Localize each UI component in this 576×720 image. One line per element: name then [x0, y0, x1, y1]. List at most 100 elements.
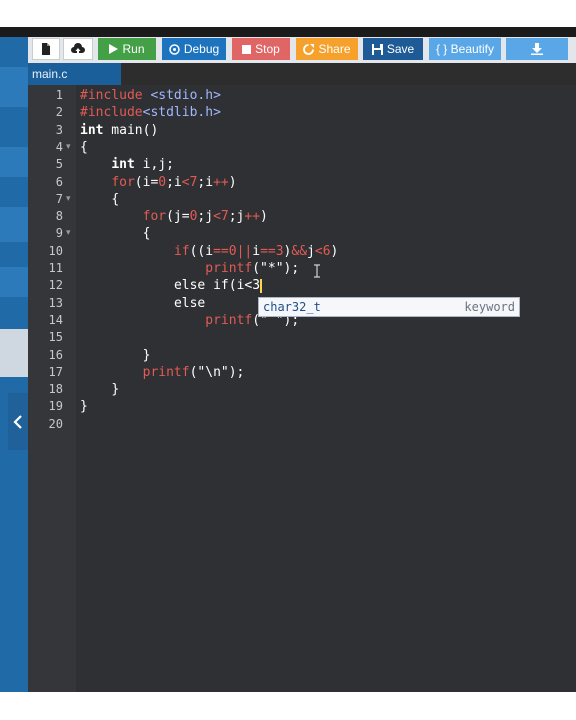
code-token: ("*");: [252, 261, 300, 276]
share-button[interactable]: Share: [296, 38, 358, 60]
upload-cloud-icon: [71, 43, 85, 54]
line-number: 6: [55, 174, 63, 189]
code-line[interactable]: for(j=0;j<7;j++): [143, 208, 268, 225]
code-line[interactable]: }: [111, 381, 119, 398]
left-sidebar: [0, 37, 28, 697]
debug-icon: [169, 43, 180, 55]
code-token: }: [142, 347, 151, 363]
line-number: 5: [55, 157, 63, 172]
code-token: (j=: [166, 209, 190, 225]
download-button[interactable]: [506, 38, 568, 60]
autocomplete-suggestion[interactable]: char32_t: [263, 300, 321, 314]
line-number: 13: [48, 295, 63, 310]
code-token: {: [142, 226, 151, 242]
code-token: ;i: [197, 174, 214, 190]
code-token: <stdlib.h>: [142, 105, 221, 121]
code-token: #include: [80, 105, 143, 121]
code-token: <: [314, 243, 323, 259]
text-caret: [260, 278, 263, 293]
code-token: {: [111, 191, 120, 207]
line-number: 8: [55, 209, 63, 224]
code-token: int: [111, 157, 135, 173]
save-label: Save: [386, 42, 415, 56]
line-number: 14: [48, 312, 63, 327]
fold-toggle-icon[interactable]: ▾: [66, 194, 71, 204]
text-cursor-icon: [314, 264, 320, 278]
code-line[interactable]: else if(i<3: [173, 277, 263, 294]
line-number: 2: [55, 105, 63, 120]
code-token: 0: [228, 243, 237, 259]
code-token: i,j;: [134, 157, 174, 173]
code-token: main(): [103, 122, 159, 138]
file-tab-bar: main.c: [28, 63, 576, 85]
debug-button[interactable]: Debug: [162, 38, 226, 60]
code-token: <: [213, 209, 221, 225]
code-token: else: [173, 295, 206, 311]
code-token: printf: [205, 312, 253, 328]
line-number: 1: [55, 88, 63, 102]
beautify-button[interactable]: { } Beautify: [429, 38, 501, 60]
stop-icon: [242, 44, 252, 54]
line-number: 15: [48, 330, 63, 345]
code-token: ++: [244, 209, 261, 225]
code-area[interactable]: #include <stdio.h> #include<stdlib.h> int …: [76, 85, 576, 692]
run-button[interactable]: Run: [98, 38, 156, 60]
code-token: }: [80, 399, 88, 415]
new-file-icon: [42, 43, 50, 55]
line-number: 16: [48, 347, 63, 362]
save-icon: [371, 43, 383, 55]
upload-button[interactable]: [63, 38, 93, 60]
code-token: printf: [205, 261, 253, 276]
top-margin: [0, 0, 576, 27]
new-file-button[interactable]: [32, 38, 60, 60]
code-line[interactable]: int main(): [80, 122, 158, 139]
code-line[interactable]: else: [174, 295, 205, 312]
code-line[interactable]: }: [143, 347, 151, 364]
code-line[interactable]: printf("*");: [205, 260, 299, 277]
code-token: 7: [220, 209, 229, 225]
line-number: 12: [48, 278, 63, 293]
code-token: ): [228, 174, 237, 190]
run-label: Run: [122, 42, 145, 56]
code-line[interactable]: int i,j;: [111, 156, 174, 173]
fold-toggle-icon[interactable]: ▾: [66, 228, 71, 238]
code-line[interactable]: printf("\n");: [143, 364, 245, 381]
code-token: ("\n");: [189, 364, 245, 380]
line-number: 7: [55, 191, 63, 206]
autocomplete-popup[interactable]: char32_t keyword: [258, 297, 520, 317]
code-token: ;j: [228, 209, 245, 225]
code-token: ==: [260, 243, 276, 259]
code-line[interactable]: for(i=0;i<7;i++): [111, 174, 236, 191]
code-token: i: [252, 243, 261, 259]
sidebar-collapse-button[interactable]: [8, 393, 28, 450]
code-line[interactable]: #include<stdlib.h>: [80, 104, 221, 121]
code-line[interactable]: {: [111, 191, 119, 208]
tab-main-c[interactable]: main.c: [28, 63, 121, 85]
save-button[interactable]: Save: [363, 38, 423, 60]
code-line[interactable]: {: [143, 225, 151, 242]
code-token: <: [181, 174, 190, 190]
code-token: else if(i<3: [173, 278, 261, 294]
chevron-left-icon: [13, 414, 22, 429]
line-number: 17: [48, 364, 63, 379]
code-line[interactable]: #include <stdio.h>: [80, 87, 221, 104]
code-line[interactable]: {: [80, 139, 88, 156]
line-number: 11: [48, 261, 63, 275]
code-token: <stdio.h>: [150, 88, 221, 103]
code-line[interactable]: if((i==0||i==3)&&j<6): [174, 243, 338, 260]
line-number: 3: [55, 122, 63, 137]
code-token: printf: [142, 364, 190, 380]
code-token: #include: [80, 88, 143, 103]
code-token: 3: [275, 243, 284, 259]
code-editor[interactable]: #include <stdio.h> #include<stdlib.h> int …: [28, 85, 576, 692]
line-number: 10: [48, 243, 63, 258]
line-number: 18: [48, 382, 63, 397]
stop-button[interactable]: Stop: [232, 38, 290, 60]
code-token: ==: [213, 243, 229, 259]
code-token: ;j: [197, 209, 214, 225]
code-line[interactable]: }: [80, 398, 88, 415]
stop-label: Stop: [255, 42, 280, 56]
fold-toggle-icon[interactable]: ▾: [66, 142, 71, 152]
code-token: j: [307, 243, 315, 259]
window-top-strip: [0, 27, 576, 37]
